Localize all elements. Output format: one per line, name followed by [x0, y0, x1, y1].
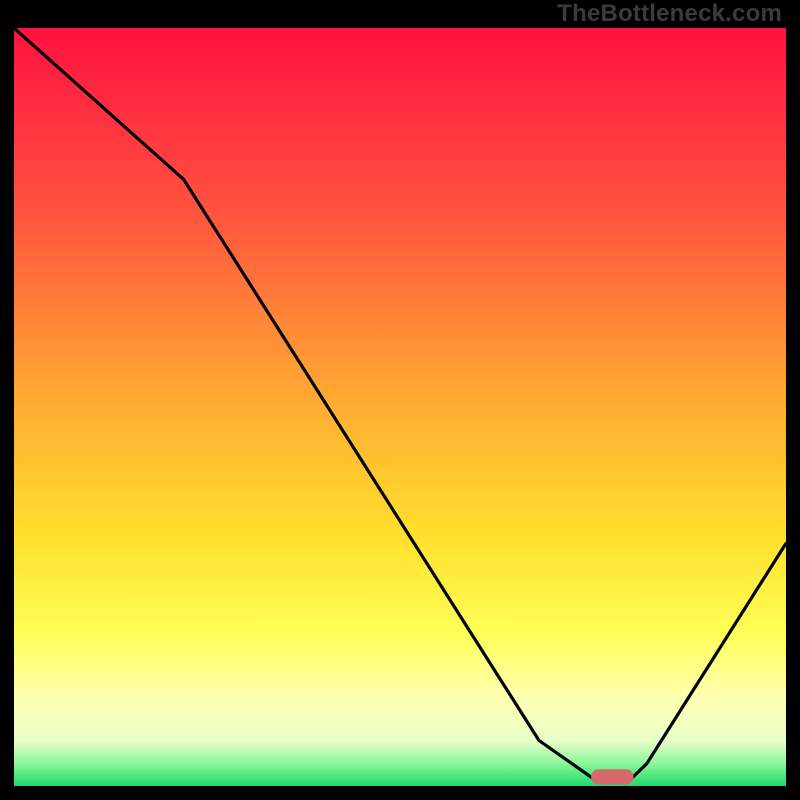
optimal-marker	[591, 769, 634, 784]
chart-svg	[14, 28, 786, 786]
gradient-background	[14, 28, 786, 786]
plot-area	[14, 28, 786, 786]
watermark-text: TheBottleneck.com	[557, 0, 782, 28]
chart-container: TheBottleneck.com	[0, 0, 800, 800]
